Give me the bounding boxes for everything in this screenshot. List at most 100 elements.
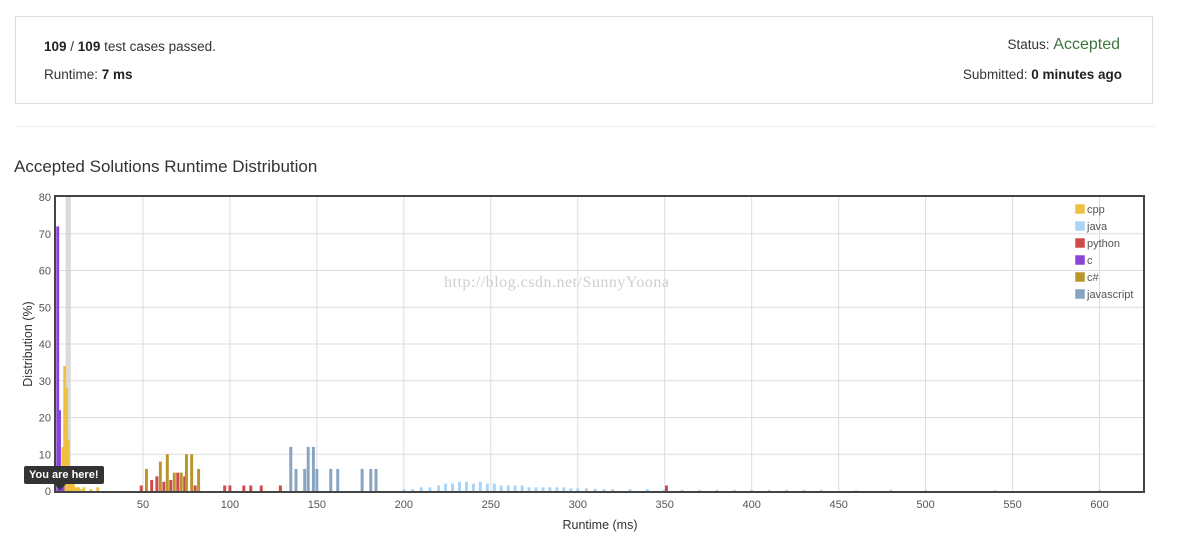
x-tick-label: 300	[569, 499, 587, 511]
bar-java	[464, 481, 468, 491]
bar-javascript	[303, 468, 307, 491]
legend-swatch	[1074, 271, 1086, 283]
x-axis-label: Runtime (ms)	[562, 518, 637, 532]
legend-swatch	[1074, 288, 1086, 300]
bar-python	[664, 485, 668, 491]
bar-java	[527, 487, 531, 491]
bar-java	[611, 489, 615, 491]
y-tick-label: 30	[39, 376, 51, 388]
y-tick-label: 40	[39, 339, 51, 351]
x-tick-label: 500	[916, 499, 934, 511]
bar-java	[548, 487, 552, 491]
test-cases-summary: 109 / 109 test cases passed.	[44, 39, 216, 54]
bar-java	[485, 483, 489, 491]
bar-csharp	[184, 454, 188, 491]
bar-python	[193, 485, 197, 491]
bar-javascript	[369, 468, 373, 491]
x-tick-label: 550	[1003, 499, 1021, 511]
bar-javascript	[311, 446, 315, 491]
submitted-label: Submitted:	[962, 67, 1032, 82]
x-tick-label: 450	[829, 499, 847, 511]
bar-python	[278, 485, 282, 491]
legend-label: c#	[1087, 272, 1100, 284]
bar-java	[784, 489, 788, 491]
bar-cpp	[82, 487, 86, 491]
total-count: 109	[77, 39, 101, 54]
bar-java	[819, 489, 823, 491]
y-tick-label: 50	[39, 302, 51, 314]
bar-cpp	[78, 489, 82, 491]
bar-java	[520, 485, 524, 491]
bar-java	[534, 487, 538, 491]
bar-java	[428, 487, 432, 491]
bar-java	[437, 485, 441, 491]
bar-csharp	[197, 468, 201, 491]
watermark-text: http://blog.csdn.net/SunnyYoona	[444, 274, 669, 291]
bar-java	[602, 489, 606, 491]
bar-java	[680, 489, 684, 491]
x-tick-label: 50	[137, 499, 149, 511]
bar-python	[169, 479, 173, 491]
bar-java	[411, 489, 415, 491]
bar-java	[854, 490, 858, 491]
legend-label: c	[1087, 255, 1093, 267]
chart-legend: cpp java python c c# javascript	[1074, 203, 1133, 301]
x-tick-label: 250	[482, 499, 500, 511]
bar-python	[242, 485, 246, 491]
legend-label: python	[1087, 238, 1120, 250]
bar-java	[993, 490, 997, 491]
y-tick-label: 20	[39, 413, 51, 425]
bar-csharp	[179, 472, 183, 491]
bar-python	[228, 485, 232, 491]
x-tick-label: 200	[395, 499, 413, 511]
bar-csharp	[144, 468, 148, 491]
divider	[15, 126, 1155, 127]
bar-java	[451, 483, 455, 491]
bar-java	[576, 488, 580, 491]
legend-label: java	[1086, 221, 1108, 233]
runtime-summary: Runtime: 7 ms	[44, 67, 133, 82]
y-tick-label: 0	[45, 486, 51, 498]
bar-javascript	[289, 446, 293, 491]
bar-cpp	[96, 487, 100, 491]
bar-java	[732, 489, 736, 491]
bar-java	[584, 488, 588, 491]
bar-javascript	[360, 468, 364, 491]
bar-javascript	[329, 468, 333, 491]
bar-cpp	[89, 489, 93, 491]
legend-swatch	[1074, 203, 1086, 215]
bar-java	[458, 481, 461, 491]
y-tick-label: 70	[39, 229, 51, 241]
runtime-value: 7 ms	[101, 67, 133, 82]
legend-swatch	[1074, 220, 1086, 232]
x-tick-label: 100	[221, 499, 239, 511]
bar-javascript	[315, 468, 319, 491]
bar-java	[628, 489, 632, 491]
bar-java	[419, 487, 423, 491]
x-tick-label: 600	[1090, 499, 1108, 511]
bar-python	[249, 485, 253, 491]
bar-java	[541, 487, 545, 491]
bar-python	[139, 485, 143, 491]
bar-java	[698, 489, 701, 491]
y-axis-label: Distribution (%)	[21, 301, 35, 386]
bar-java	[492, 483, 496, 491]
bar-java	[750, 489, 754, 491]
bar-java	[478, 481, 482, 491]
bar-javascript	[306, 446, 310, 491]
bar-python	[259, 485, 263, 491]
bar-python	[150, 479, 154, 491]
bar-python	[162, 481, 166, 491]
legend-label: javascript	[1086, 289, 1133, 301]
runtime-distribution-chart: 0 10 20 30 40 50 60 70 80 50 100 150 200 250 300 350 40…	[21, 192, 1145, 532]
bar-java	[562, 487, 566, 491]
status-value: Accepted	[1053, 36, 1120, 53]
bar-java	[1098, 489, 1101, 491]
bar-javascript	[336, 468, 340, 491]
bar-csharp	[172, 472, 176, 491]
bar-java	[802, 489, 806, 491]
bar-csharp	[158, 461, 162, 491]
y-tick-label: 80	[39, 192, 51, 204]
y-tick-labels: 0 10 20 30 40 50 60 70 80	[39, 192, 51, 498]
x-tick-labels: 50 100 150 200 250 300 350 400 450 500 550 600	[137, 499, 1109, 511]
